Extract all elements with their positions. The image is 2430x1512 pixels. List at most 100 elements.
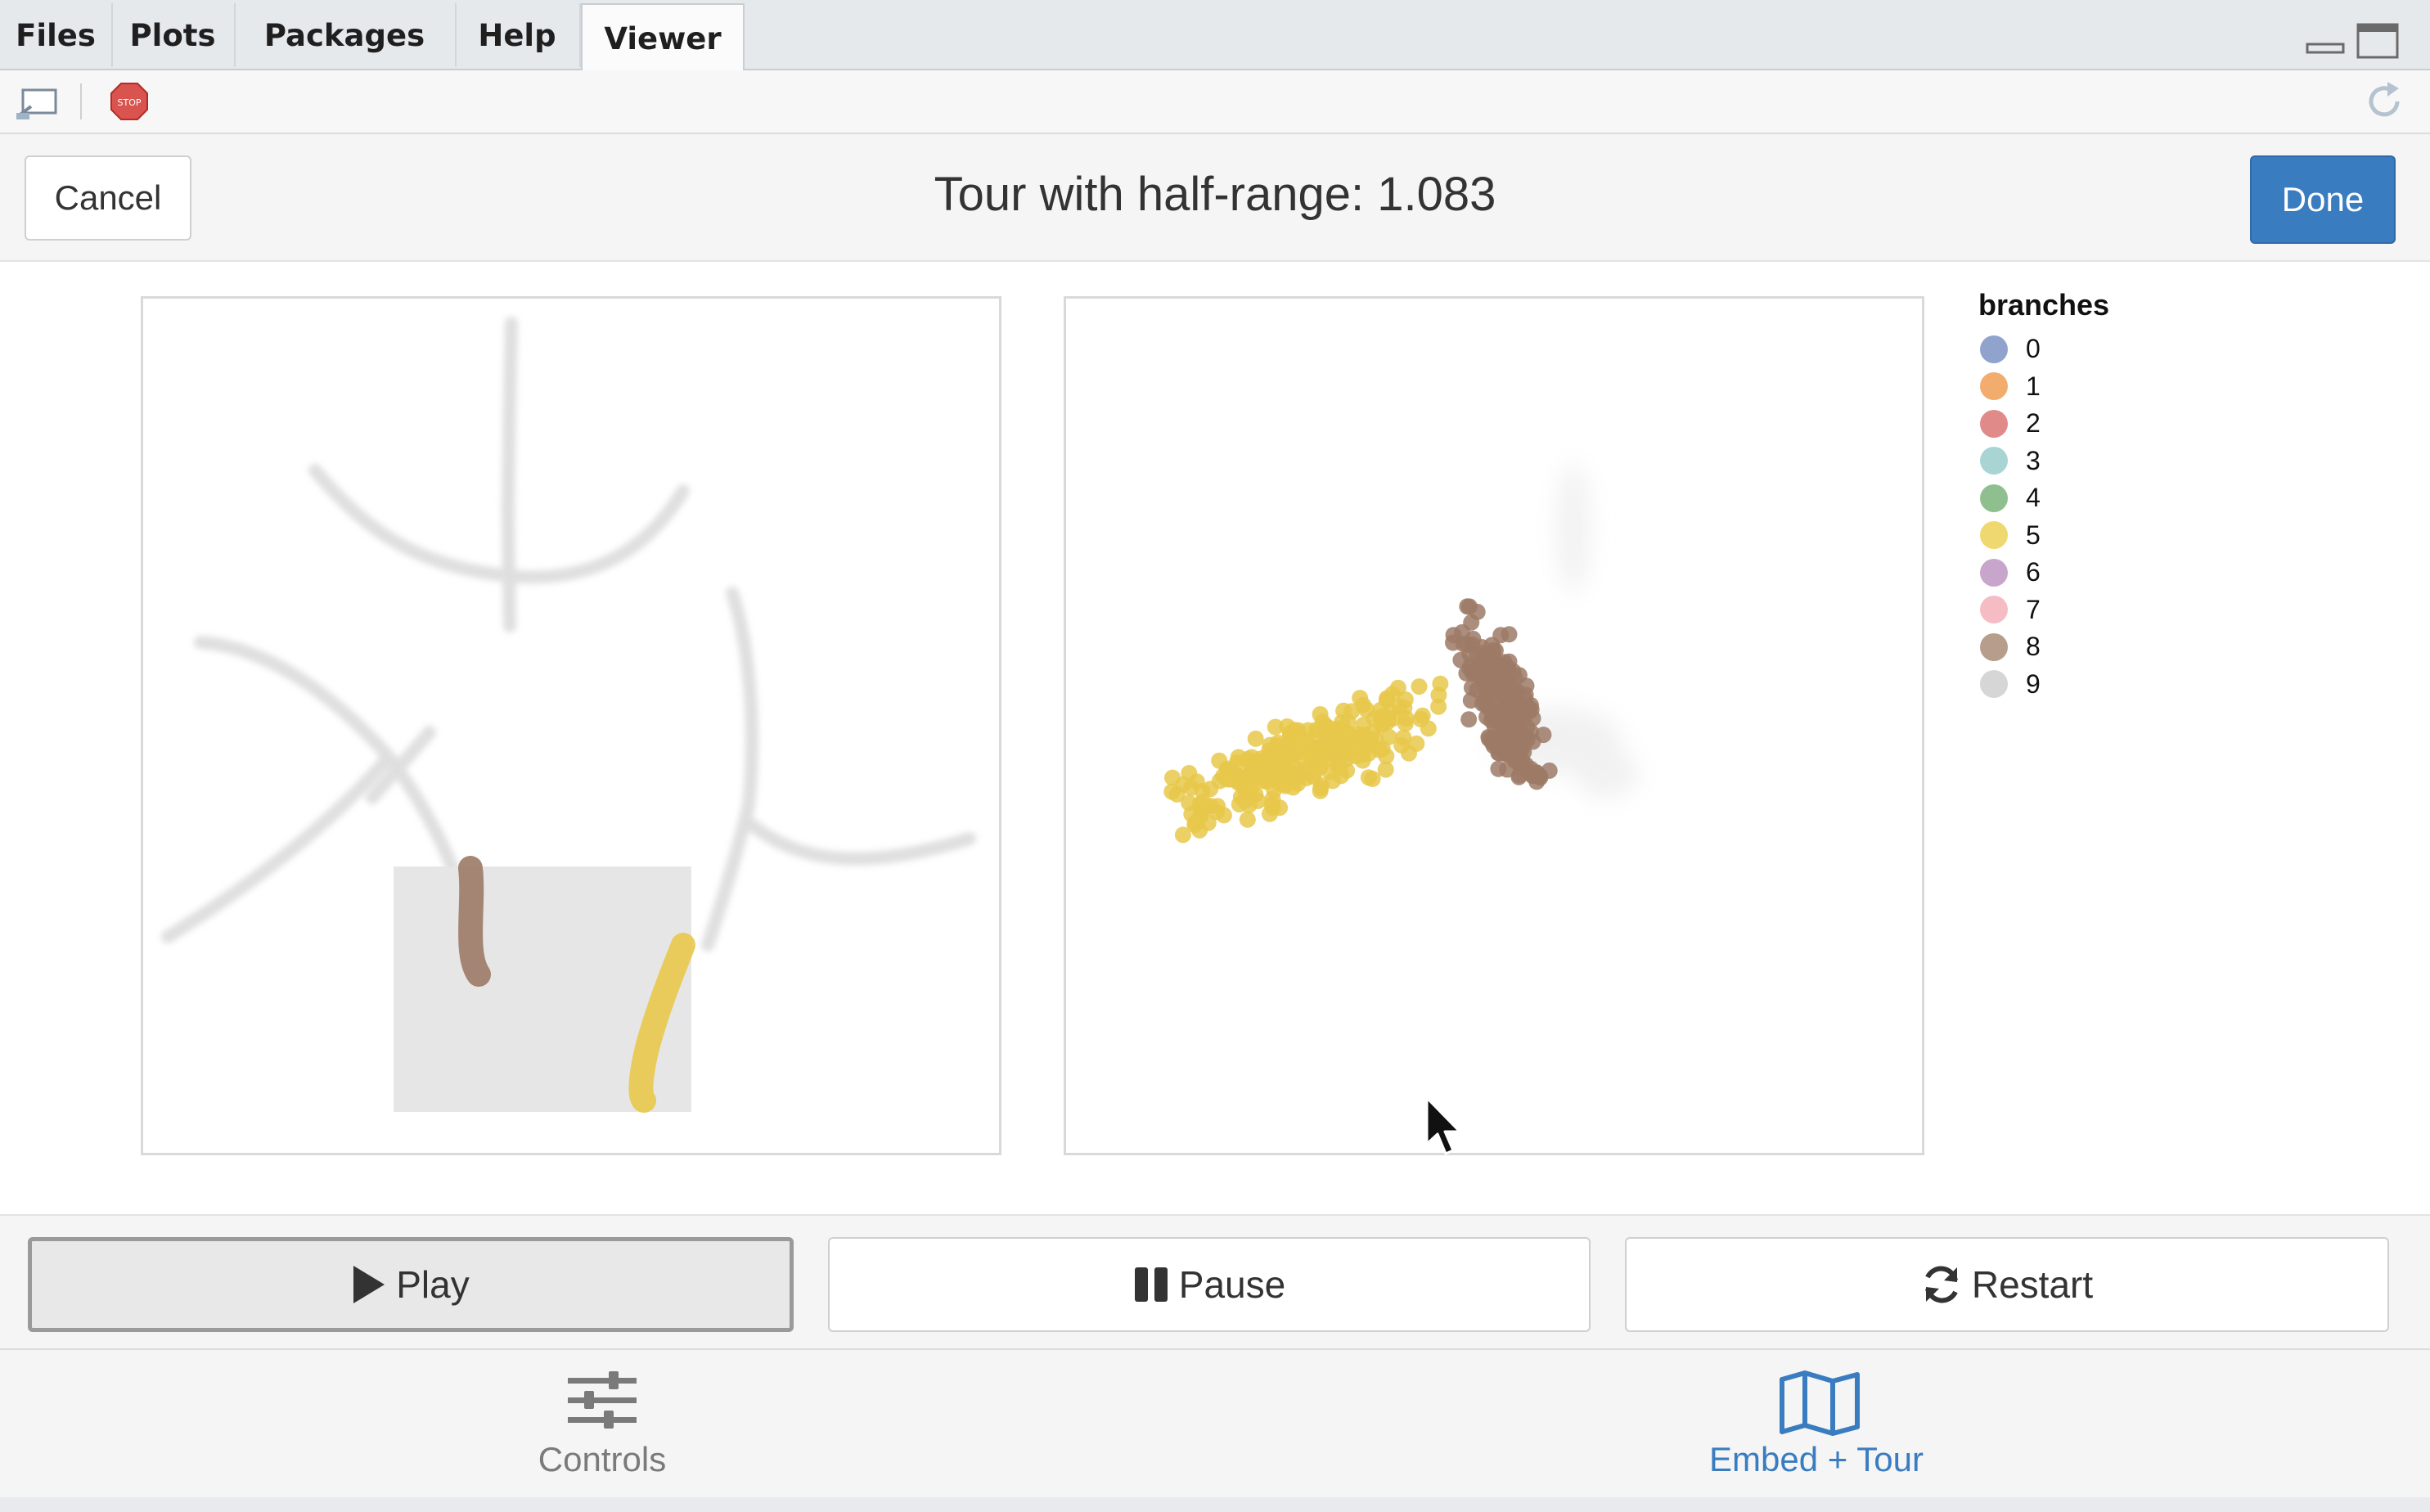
scatter-point: [1389, 679, 1406, 696]
pause-label: Pause: [1178, 1263, 1286, 1306]
pane-bottom-border: [0, 1497, 2430, 1512]
scatter-point: [1519, 718, 1536, 736]
legend-swatch: [1980, 670, 2008, 699]
scatter-point: [1186, 817, 1204, 834]
scatter-point: [1483, 712, 1500, 729]
scatter-point: [1338, 750, 1355, 767]
legend-item: 2: [1978, 405, 2109, 443]
scatter-point: [1312, 758, 1329, 776]
legend-label: 0: [2026, 334, 2041, 364]
scatter-point: [1372, 701, 1389, 718]
scatter-point: [1364, 724, 1381, 741]
nav-embed-tour[interactable]: Embed + Tour: [1571, 1350, 2062, 1499]
legend-swatch: [1980, 558, 2008, 587]
toolbar-separator: [80, 83, 82, 119]
legend-item: 0: [1978, 331, 2109, 368]
scatter-point: [1340, 725, 1357, 742]
legend-item: 1: [1978, 368, 2109, 406]
scatter-point: [1298, 770, 1315, 787]
scatter-point: [1506, 701, 1523, 718]
bottom-nav: Controls Embed + Tour: [0, 1348, 2430, 1499]
play-label: Play: [396, 1263, 470, 1306]
tab-packages[interactable]: Packages: [234, 3, 457, 67]
legend-swatch: [1980, 409, 2008, 438]
legend-title: branches: [1978, 288, 2110, 322]
scatter-point: [1408, 735, 1425, 752]
mouse-cursor-icon: [1425, 1096, 1461, 1155]
scatter-point: [1181, 794, 1198, 812]
stop-icon[interactable]: STOP: [110, 82, 149, 121]
scatter-point: [1240, 797, 1258, 813]
legend-swatch: [1980, 632, 2008, 661]
done-button[interactable]: Done: [2250, 155, 2396, 244]
legend-item: 9: [1978, 666, 2109, 704]
gadget-title-bar: Tour with half-range: 1.083 Cancel Done: [0, 134, 2430, 262]
legend-item: 6: [1978, 554, 2109, 592]
scatter-point: [1501, 626, 1518, 643]
scatter-point: [1490, 760, 1507, 777]
restart-icon: [1924, 1266, 1958, 1303]
scatter-point: [1411, 678, 1428, 695]
maximize-icon[interactable]: [2356, 23, 2401, 61]
legend-label: 5: [2026, 520, 2041, 550]
scatter-point: [1279, 744, 1296, 761]
scatter-point: [1483, 653, 1500, 670]
legend-label: 8: [2026, 632, 2041, 662]
scatter-point: [1215, 807, 1232, 824]
scatter-point: [1541, 762, 1558, 779]
minimize-icon[interactable]: [2306, 25, 2345, 57]
scatter-point: [1318, 718, 1335, 736]
tour-controls: Play Pause Restart: [0, 1214, 2430, 1350]
legend-label: 7: [2026, 594, 2041, 624]
nav-embed-tour-label: Embed + Tour: [1709, 1440, 1924, 1478]
scatter-point: [1360, 745, 1377, 762]
scatter-point: [1463, 614, 1480, 631]
presentation-icon[interactable]: [15, 85, 61, 121]
scatter-point: [1256, 772, 1273, 790]
tab-viewer[interactable]: Viewer: [581, 3, 745, 72]
scatter-point: [1497, 685, 1514, 702]
cancel-button[interactable]: Cancel: [25, 155, 191, 241]
restart-button[interactable]: Restart: [1625, 1237, 2389, 1332]
scatter-point: [1263, 796, 1280, 813]
scatter-point: [1460, 711, 1478, 728]
tab-plots[interactable]: Plots: [111, 3, 236, 67]
faded-branches: [161, 317, 976, 952]
map-icon: [1780, 1370, 1860, 1436]
legend-swatch: [1980, 372, 2008, 401]
legend-label: 1: [2026, 371, 2041, 401]
scatter-point: [1202, 781, 1219, 798]
embedding-plot[interactable]: [141, 296, 1001, 1155]
play-icon: [353, 1266, 385, 1303]
scatter-point: [1307, 743, 1324, 760]
scatter-point: [1239, 811, 1256, 828]
scatter-point: [1360, 769, 1377, 786]
pause-button[interactable]: Pause: [828, 1237, 1591, 1332]
tab-help[interactable]: Help: [455, 3, 581, 67]
scatter-point: [1299, 722, 1316, 739]
legend-label: 3: [2026, 445, 2041, 475]
sliders-icon: [568, 1371, 637, 1429]
legend-swatch: [1980, 521, 2008, 550]
scatter-point: [1164, 769, 1181, 786]
scatter-point: [1377, 761, 1394, 778]
pane-tab-strip: Files Plots Packages Help Viewer: [0, 0, 2430, 72]
scatter-point: [1515, 744, 1532, 761]
tab-files[interactable]: Files: [0, 3, 113, 67]
nav-controls-label: Controls: [538, 1440, 667, 1478]
page-title: Tour with half-range: 1.083: [934, 168, 1496, 221]
legend-label: 2: [2026, 408, 2041, 439]
legend-item: 8: [1978, 628, 2109, 666]
cluster-branch-5: [1163, 675, 1449, 844]
legend-swatch: [1980, 596, 2008, 624]
legend-swatch: [1980, 484, 2008, 512]
play-button[interactable]: Play: [28, 1237, 794, 1332]
scatter-point: [1430, 698, 1447, 715]
refresh-icon[interactable]: [2365, 80, 2407, 123]
pause-icon: [1134, 1267, 1168, 1302]
scatter-point: [1513, 759, 1530, 776]
tour-plot[interactable]: [1064, 296, 1924, 1155]
nav-controls[interactable]: Controls: [357, 1350, 848, 1499]
legend: branches 0 1 2 3 4 5 6 7 8 9: [1978, 288, 2109, 703]
scatter-point: [1312, 782, 1329, 799]
